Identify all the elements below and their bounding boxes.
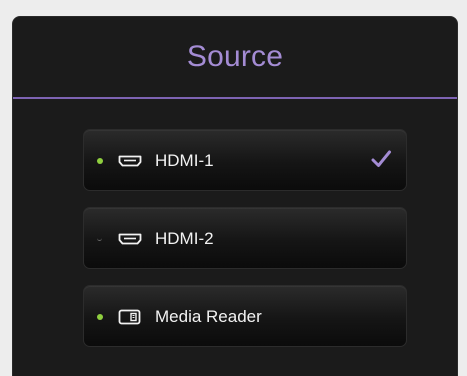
selected-check-icon	[371, 150, 391, 167]
media-reader-icon	[118, 309, 141, 325]
menu-title: Source	[186, 40, 284, 73]
hdmi-port-icon	[118, 155, 142, 167]
connected-indicator-icon	[97, 314, 103, 320]
connected-indicator-icon	[97, 158, 103, 164]
source-item-media-reader[interactable]: Media Reader	[83, 285, 407, 347]
source-label: HDMI-2	[155, 229, 214, 248]
source-label: Media Reader	[155, 307, 262, 326]
source-label: HDMI-1	[155, 151, 214, 170]
source-item-hdmi-1[interactable]: HDMI-1	[83, 129, 407, 191]
source-item-hdmi-2[interactable]: HDMI-2	[83, 207, 407, 269]
source-menu-panel: Source HDMI-1 HDMI-2 Media Reader	[12, 16, 458, 376]
hdmi-port-icon	[118, 233, 142, 245]
title-divider	[13, 97, 457, 99]
disconnected-indicator-icon	[97, 235, 102, 241]
